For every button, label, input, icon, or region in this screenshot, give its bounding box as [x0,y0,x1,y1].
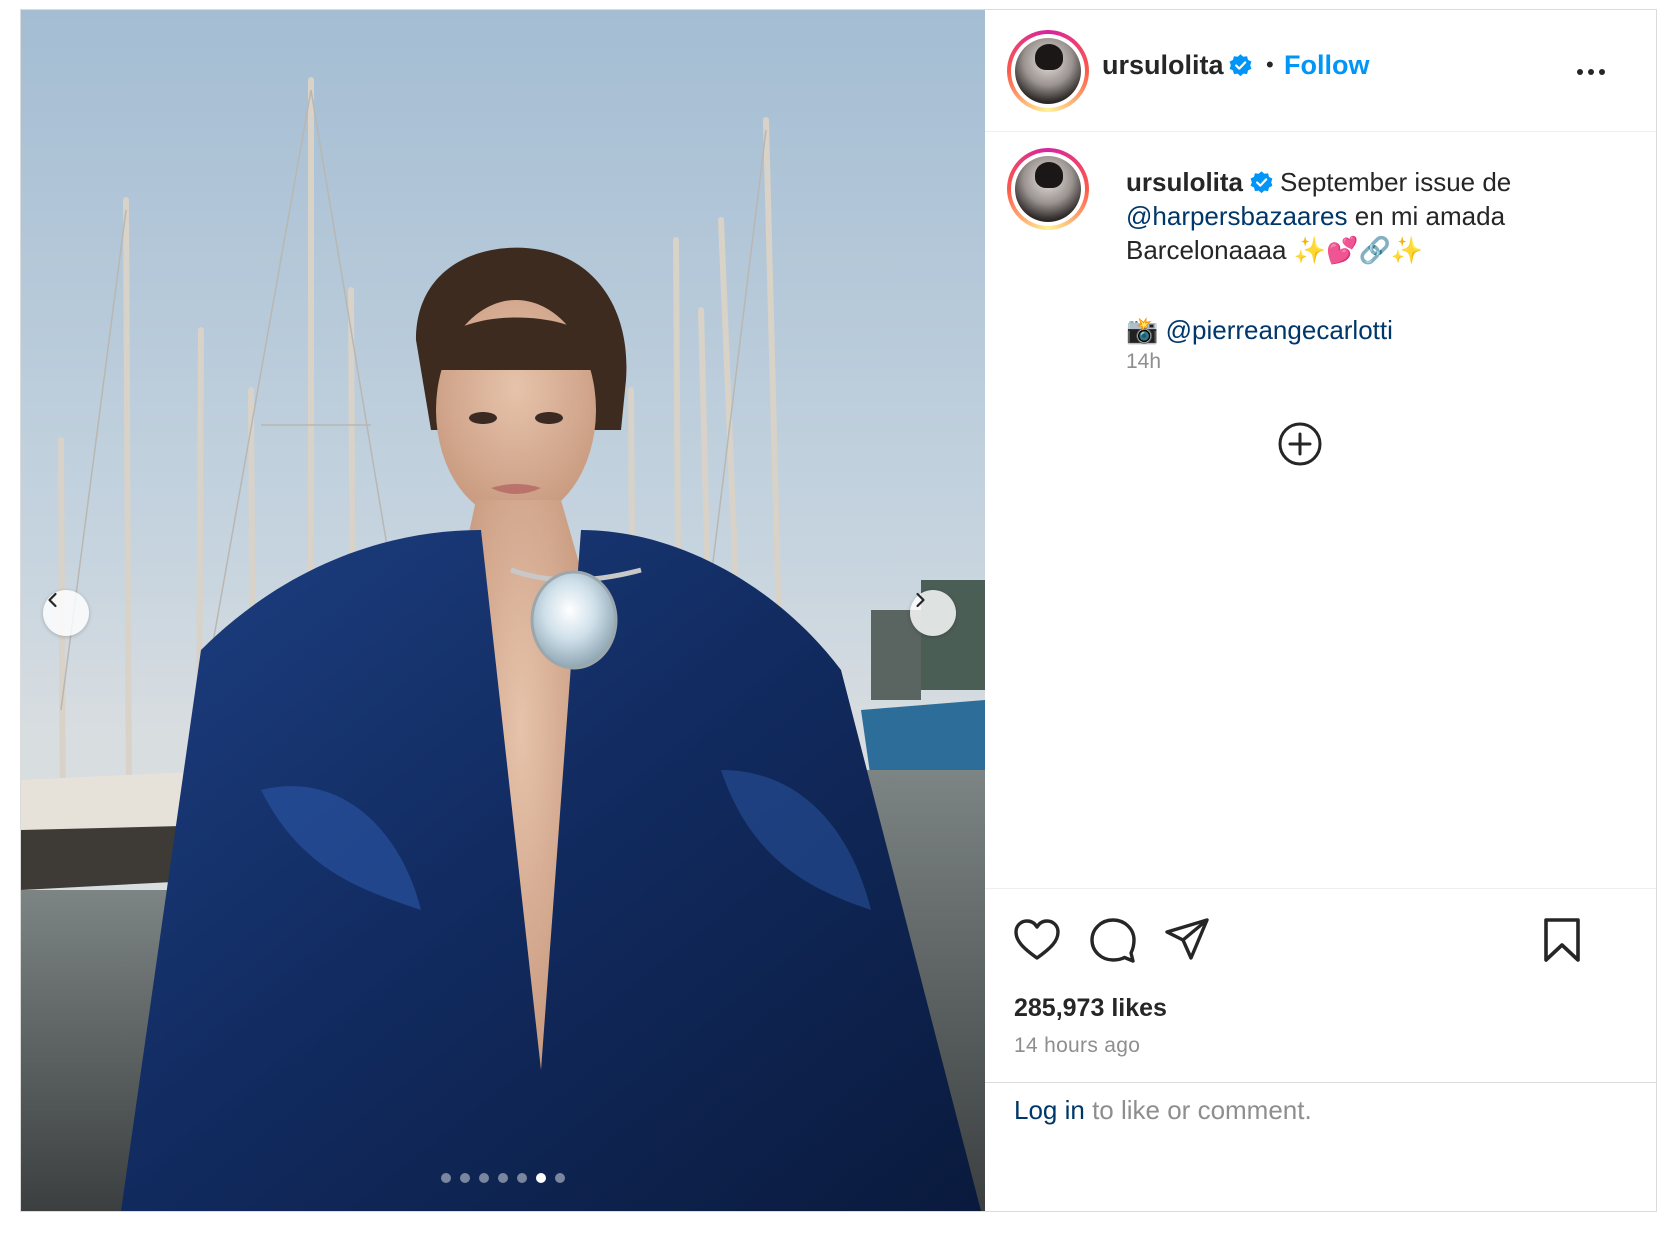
carousel-dot [441,1173,451,1183]
carousel-prev-button[interactable] [43,590,89,636]
caption-text-1: September issue de [1280,167,1512,197]
avatar[interactable] [1007,30,1089,112]
avatar-image [1015,156,1081,222]
add-circle-icon[interactable] [1277,421,1323,467]
login-link[interactable]: Log in [1014,1095,1085,1125]
login-rest: to like or comment. [1092,1095,1312,1125]
carousel-dot [517,1173,527,1183]
caption: ursulolita September issue de @harpersbaz… [1126,165,1626,267]
photo-credit: 📸 @pierreangecarlotti [1126,315,1393,346]
login-text: Log in to like or comment. [1014,1095,1312,1126]
heart-icon[interactable] [1013,917,1061,963]
avatar-image [1015,38,1081,104]
chevron-right-icon [916,592,925,608]
post-media[interactable] [21,10,985,1211]
pendant-necklace [530,570,618,670]
caption-timestamp[interactable]: 14h [1126,350,1161,374]
post-age: 14 hours ago [1014,1034,1141,1057]
post-card: ursulolita • Follow ursulolita September … [20,9,1657,1212]
carousel-next-button[interactable] [910,590,956,636]
post-side-panel: ursulolita • Follow ursulolita September … [985,10,1656,1211]
comment-icon[interactable] [1089,916,1137,964]
carousel-indicator [21,1173,985,1183]
chevron-left-icon [48,592,57,608]
carousel-dot [498,1173,508,1183]
post-header: ursulolita • Follow [985,10,1656,132]
likes-count[interactable]: 285,973 likes [1014,994,1167,1023]
mention-link[interactable]: @pierreangecarlotti [1166,315,1393,345]
caption-avatar[interactable] [1007,148,1089,230]
caption-emojis: ✨💕🔗✨ [1293,235,1424,265]
more-options-icon[interactable] [1577,62,1617,82]
bookmark-icon[interactable] [1542,917,1582,963]
header-username[interactable]: ursulolita [1102,50,1224,81]
verified-badge-icon [1250,171,1273,194]
header-separator: • [1266,52,1274,77]
verified-badge-icon [1229,54,1252,77]
follow-button[interactable]: Follow [1284,50,1369,81]
camera-icon: 📸 [1126,315,1159,345]
mention-link[interactable]: @harpersbazaares [1126,201,1348,231]
share-icon[interactable] [1164,917,1210,963]
carousel-dot [479,1173,489,1183]
caption-text-2: en mi amada [1354,201,1506,231]
post-photo [21,10,985,1211]
carousel-dot [460,1173,470,1183]
post-actions: 285,973 likes 14 hours ago [985,888,1656,1082]
caption-username[interactable]: ursulolita [1126,167,1243,197]
caption-text-3: Barcelonaaaa [1126,235,1287,265]
login-prompt: Log in to like or comment. [985,1082,1656,1211]
carousel-dot [555,1173,565,1183]
carousel-dot-active [536,1173,546,1183]
